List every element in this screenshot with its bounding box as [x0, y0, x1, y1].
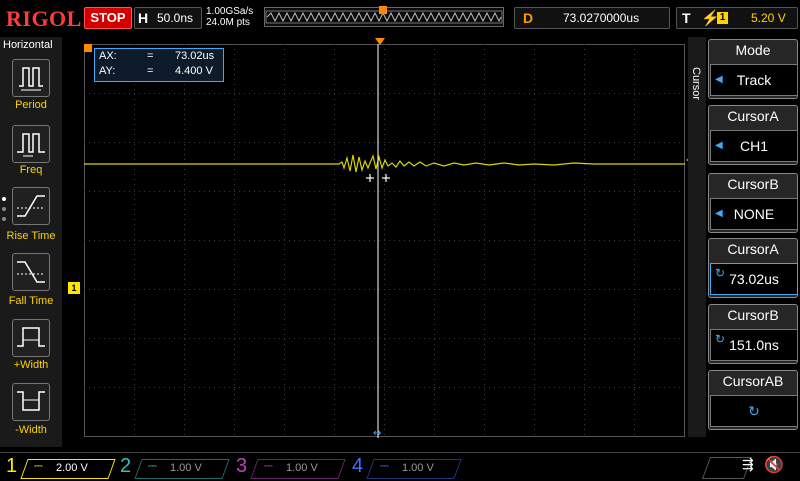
cursor-a-pos-value: 73.02us: [729, 271, 779, 287]
cursor-ab-menu[interactable]: CursorAB ↻: [708, 370, 798, 430]
positive-width-button[interactable]: [12, 319, 50, 357]
period-label: Period: [15, 99, 47, 111]
trigger-level: 5.20 V: [751, 11, 786, 25]
dc-coupling-icon: ⎓: [148, 460, 157, 472]
knob-icon: ↻: [715, 332, 726, 346]
ax-eq: =: [147, 50, 154, 62]
period-icon: [19, 67, 43, 91]
knob-icon: ↻: [748, 403, 760, 419]
ay-label: AY:: [99, 65, 116, 77]
timebase-value: 50.0ns: [157, 11, 194, 25]
channel-4-status[interactable]: 4 ⎓ 1.00 V: [352, 455, 462, 479]
ch1-number: 1: [6, 455, 18, 477]
waveform-display[interactable]: ↔ AX: = 73.02us AY: = 4.400 V: [84, 38, 686, 439]
top-status-bar: RIGOL STOP H 50.0ns 1.00GSa/s 24.0M pts …: [0, 0, 800, 36]
mode-title: Mode: [735, 42, 771, 58]
cursor-b-position-menu[interactable]: CursorB ↻ 151.0ns: [708, 304, 798, 364]
cursor-tab[interactable]: Cursor: [688, 37, 706, 437]
channel-1-status[interactable]: 1 ⎓ 2.00 V: [6, 455, 116, 479]
cursor-a-source-value: CH1: [739, 138, 768, 154]
knob-icon: ↻: [715, 266, 726, 280]
ay-value: 4.400 V: [175, 65, 213, 77]
cursor-b-pos-value: 151.0ns: [729, 337, 779, 353]
dc-coupling-icon: ⎓: [34, 460, 43, 472]
cursor-a-corner-marker: [84, 44, 92, 52]
negative-width-label: -Width: [15, 424, 47, 436]
horizontal-measure-panel: Horizontal Period Freq Rise Time Fall Ti…: [0, 37, 62, 447]
fall-time-label: Fall Time: [8, 295, 54, 307]
usb-icon: ⇶: [742, 456, 754, 472]
ax-value: 73.02us: [175, 50, 215, 62]
page-indicator: [2, 197, 6, 227]
rise-time-icon: [17, 195, 45, 217]
freq-label: Freq: [19, 164, 43, 176]
ch1-scale: 2.00 V: [56, 462, 88, 474]
dc-coupling-icon: ⎓: [264, 460, 273, 472]
cursor-b-title: CursorB: [727, 176, 779, 192]
trigger-label: T: [682, 10, 691, 26]
cursor-b-source-menu[interactable]: CursorB ◀ NONE: [708, 173, 798, 233]
brand-logo: RIGOL: [6, 6, 82, 31]
channel-status-bar: 1 ⎓ 2.00 V 2 ⎓ 1.00 V 3 ⎓ 1.00 V 4 ⎓ 1.0…: [0, 452, 800, 481]
cursor-ab-title: CursorAB: [722, 373, 784, 389]
cursor-b-source-value: NONE: [733, 206, 775, 222]
mode-value: Track: [736, 72, 772, 88]
trigger-source: 1: [717, 12, 728, 24]
trigger-readout[interactable]: T ⚡ 1 5.20 V: [676, 7, 798, 29]
waveform-grid: ↔: [84, 44, 685, 439]
run-stop-button[interactable]: STOP: [84, 7, 132, 29]
channel-3-status[interactable]: 3 ⎓ 1.00 V: [236, 455, 346, 479]
ch1-marker-text: 1: [71, 283, 77, 293]
cursor-readout-box: AX: = 73.02us AY: = 4.400 V: [94, 48, 224, 82]
cursor-b-pos-title: CursorB: [727, 307, 779, 323]
rise-time-label: Rise Time: [6, 230, 56, 242]
cursor-a-pos-title: CursorA: [727, 241, 779, 257]
cursor-a-position-menu[interactable]: CursorA ↻ 73.02us: [708, 238, 798, 298]
rise-time-button[interactable]: [12, 187, 50, 225]
panel-title: Horizontal: [3, 39, 53, 51]
left-arrow-icon: ◀: [715, 208, 723, 219]
sample-rate: 1.00GSa/s: [206, 6, 254, 17]
memory-depth: 24.0M pts: [206, 17, 250, 28]
fall-time-icon: [17, 261, 45, 283]
cursor-position-arrow-icon: ↔: [373, 428, 381, 438]
mode-menu[interactable]: Mode ◀ Track: [708, 39, 798, 99]
ay-eq: =: [147, 65, 154, 77]
ch2-scale: 1.00 V: [170, 462, 202, 474]
left-arrow-icon: ◀: [715, 74, 723, 85]
horizontal-label: H: [138, 10, 149, 26]
memory-overview: [264, 6, 504, 27]
ch4-number: 4: [352, 455, 364, 477]
frequency-icon: [17, 133, 45, 157]
cursor-menu-panel: Cursor Mode ◀ Track CursorA ◀ CH1 CursorB …: [688, 37, 800, 447]
ax-label: AX:: [99, 50, 117, 62]
trigger-position-marker: [379, 6, 387, 14]
ch3-number: 3: [236, 455, 248, 477]
channel-2-status[interactable]: 2 ⎓ 1.00 V: [120, 455, 230, 479]
sound-muted-icon[interactable]: 🔇: [764, 455, 784, 475]
delay-readout[interactable]: D 73.0270000us: [514, 7, 670, 29]
period-button[interactable]: [12, 59, 50, 97]
ch3-scale: 1.00 V: [286, 462, 318, 474]
delay-label: D: [523, 10, 534, 26]
dc-coupling-icon: ⎓: [380, 460, 389, 472]
horizontal-timebase[interactable]: H 50.0ns: [134, 7, 202, 29]
left-arrow-icon: ◀: [715, 140, 723, 151]
negative-width-button[interactable]: [12, 383, 50, 421]
positive-width-label: +Width: [13, 359, 49, 371]
cursor-a-title: CursorA: [727, 108, 779, 124]
positive-width-icon: [17, 327, 45, 347]
fall-time-button[interactable]: [12, 253, 50, 291]
cursor-a-source-menu[interactable]: CursorA ◀ CH1: [708, 105, 798, 165]
trigger-time-marker: [375, 38, 385, 45]
delay-value: 73.0270000us: [563, 11, 640, 25]
freq-button[interactable]: [12, 125, 50, 163]
ch2-number: 2: [120, 455, 132, 477]
cursor-tab-label: Cursor: [690, 67, 702, 101]
ch4-scale: 1.00 V: [402, 462, 434, 474]
ch1-ground-marker: 1: [68, 282, 80, 294]
negative-width-icon: [17, 391, 45, 411]
sampling-info: 1.00GSa/s 24.0M pts: [206, 6, 253, 28]
